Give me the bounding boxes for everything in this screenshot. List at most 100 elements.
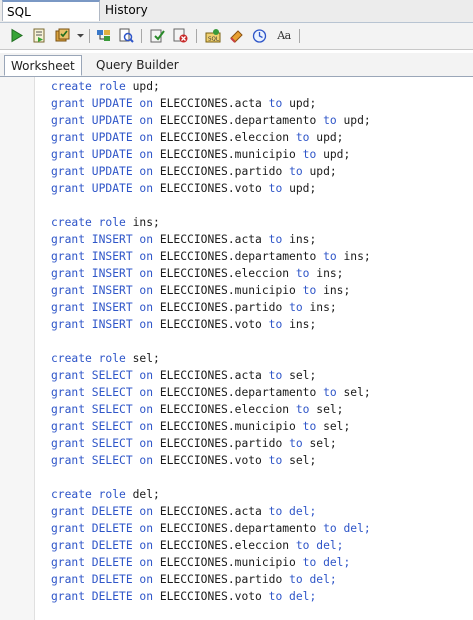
code-keyword: grant DELETE on [51, 590, 154, 603]
code-keyword: grant SELECT on [51, 454, 154, 467]
check-commit-icon[interactable] [149, 27, 166, 44]
code-keyword: grant INSERT on [51, 250, 154, 263]
code-line[interactable]: grant DELETE on ELECCIONES.voto to del; [51, 588, 316, 605]
rollback-icon[interactable] [172, 27, 189, 44]
code-text: ELECCIONES.eleccion [153, 267, 296, 280]
code-keyword: grant SELECT on [51, 386, 154, 399]
code-line[interactable]: grant DELETE on ELECCIONES.departamento … [51, 520, 371, 537]
chevron-down-icon[interactable] [74, 27, 86, 44]
editor-gutter [0, 77, 35, 620]
code-area[interactable]: create role upd; grant UPDATE on ELECCION… [36, 77, 473, 620]
code-line[interactable]: grant SELECT on ELECCIONES.eleccion to s… [51, 401, 343, 418]
code-line[interactable]: grant UPDATE on ELECCIONES.departamento … [51, 112, 371, 129]
code-keyword: to [268, 233, 283, 246]
run-script-icon[interactable] [31, 27, 48, 44]
code-line[interactable]: grant SELECT on ELECCIONES.municipio to … [51, 418, 350, 435]
code-keyword: to [323, 114, 337, 127]
code-line[interactable]: create role ins; [51, 214, 160, 231]
code-line[interactable]: create role upd; [51, 78, 160, 95]
code-keyword: grant UPDATE on [51, 165, 154, 178]
code-keyword: create role [51, 352, 126, 365]
code-line[interactable]: grant SELECT on ELECCIONES.departamento … [51, 384, 371, 401]
code-text: ELECCIONES.departamento [153, 522, 324, 535]
code-line[interactable]: create role del; [51, 486, 160, 503]
commit-icon[interactable] [54, 27, 71, 44]
code-text: ELECCIONES.voto [153, 590, 269, 603]
code-text: ELECCIONES.eleccion [153, 131, 296, 144]
code-text: ELECCIONES.acta [153, 505, 269, 518]
code-text: ELECCIONES.municipio [153, 284, 303, 297]
code-line[interactable]: grant DELETE on ELECCIONES.eleccion to d… [51, 537, 343, 554]
code-text: ELECCIONES.municipio [153, 420, 303, 433]
code-text: ELECCIONES.departamento [153, 250, 324, 263]
code-line[interactable]: grant INSERT on ELECCIONES.municipio to … [51, 282, 350, 299]
code-keyword: grant INSERT on [51, 284, 154, 297]
code-text: ELECCIONES.municipio [153, 148, 303, 161]
code-line[interactable]: grant UPDATE on ELECCIONES.eleccion to u… [51, 129, 343, 146]
code-text: ELECCIONES.departamento [153, 114, 324, 127]
code-keyword: to [289, 165, 303, 178]
code-keyword: to del; [268, 590, 317, 603]
code-text: ELECCIONES.acta [153, 369, 269, 382]
code-line[interactable]: grant SELECT on ELECCIONES.acta to sel; [51, 367, 316, 384]
code-line[interactable]: grant INSERT on ELECCIONES.departamento … [51, 248, 371, 265]
code-text: ELECCIONES.eleccion [153, 539, 296, 552]
code-text: ins; [336, 250, 371, 263]
run-statement-icon[interactable] [8, 27, 25, 44]
tab-worksheet[interactable]: Worksheet [4, 55, 82, 76]
code-keyword: grant DELETE on [51, 556, 154, 569]
code-keyword: to [268, 369, 283, 382]
code-keyword: grant INSERT on [51, 318, 154, 331]
code-line[interactable]: grant INSERT on ELECCIONES.partido to in… [51, 299, 337, 316]
autotrace-icon[interactable] [95, 27, 112, 44]
code-keyword: grant UPDATE on [51, 97, 154, 110]
tab-query-builder[interactable]: Query Builder [90, 55, 185, 76]
sql-editor[interactable]: create role upd; grant UPDATE on ELECCION… [0, 77, 473, 620]
code-line[interactable]: grant SELECT on ELECCIONES.partido to se… [51, 435, 337, 452]
code-text: sel; [336, 386, 371, 399]
code-text: upd; [282, 182, 317, 195]
code-line[interactable]: grant UPDATE on ELECCIONES.partido to up… [51, 163, 337, 180]
explain-plan-icon[interactable] [118, 27, 135, 44]
eraser-icon[interactable] [228, 27, 245, 44]
change-case-icon[interactable]: Aa [274, 27, 294, 44]
code-keyword: grant SELECT on [51, 420, 154, 433]
worksheet-subtabs: Worksheet Query Builder [0, 53, 473, 77]
code-line[interactable]: grant DELETE on ELECCIONES.partido to de… [51, 571, 337, 588]
code-keyword: to [302, 420, 317, 433]
code-line[interactable]: grant INSERT on ELECCIONES.voto to ins; [51, 316, 316, 333]
sql-tuning-icon[interactable]: SQL [204, 27, 221, 44]
code-keyword: grant INSERT on [51, 301, 154, 314]
code-keyword: grant UPDATE on [51, 131, 154, 144]
code-text: ELECCIONES.eleccion [153, 403, 296, 416]
code-text: ins; [282, 233, 317, 246]
code-line[interactable]: create role sel; [51, 350, 160, 367]
code-keyword: grant UPDATE on [51, 148, 154, 161]
case-label: Aa [277, 29, 291, 42]
tab-sql-worksheet[interactable]: SQL Worksheet [2, 0, 100, 40]
svg-text:SQL: SQL [208, 37, 220, 43]
top-tab-strip: SQL Worksheet History [0, 0, 473, 40]
code-line[interactable]: grant SELECT on ELECCIONES.voto to sel; [51, 452, 316, 469]
code-text: ELECCIONES.partido [153, 573, 290, 586]
code-line[interactable]: grant INSERT on ELECCIONES.acta to ins; [51, 231, 316, 248]
code-text: ins; [125, 216, 160, 229]
tab-history[interactable]: History [101, 0, 151, 21]
code-line[interactable]: grant DELETE on ELECCIONES.municipio to … [51, 554, 350, 571]
code-line[interactable]: grant UPDATE on ELECCIONES.acta to upd; [51, 95, 316, 112]
code-line[interactable]: grant UPDATE on ELECCIONES.voto to upd; [51, 180, 316, 197]
code-text: sel; [316, 420, 351, 433]
code-text: ELECCIONES.acta [153, 97, 269, 110]
code-text: sel; [125, 352, 160, 365]
toolbar-separator [89, 29, 90, 43]
sql-history-icon[interactable] [251, 27, 268, 44]
code-line[interactable]: grant INSERT on ELECCIONES.eleccion to i… [51, 265, 343, 282]
code-text: ins; [309, 267, 344, 280]
code-keyword: to [302, 284, 317, 297]
code-text: sel; [282, 369, 317, 382]
code-line[interactable]: grant UPDATE on ELECCIONES.municipio to … [51, 146, 350, 163]
code-line[interactable]: grant DELETE on ELECCIONES.acta to del; [51, 503, 316, 520]
code-keyword: to [268, 182, 283, 195]
code-text: ELECCIONES.voto [153, 454, 269, 467]
code-text: sel; [302, 437, 337, 450]
